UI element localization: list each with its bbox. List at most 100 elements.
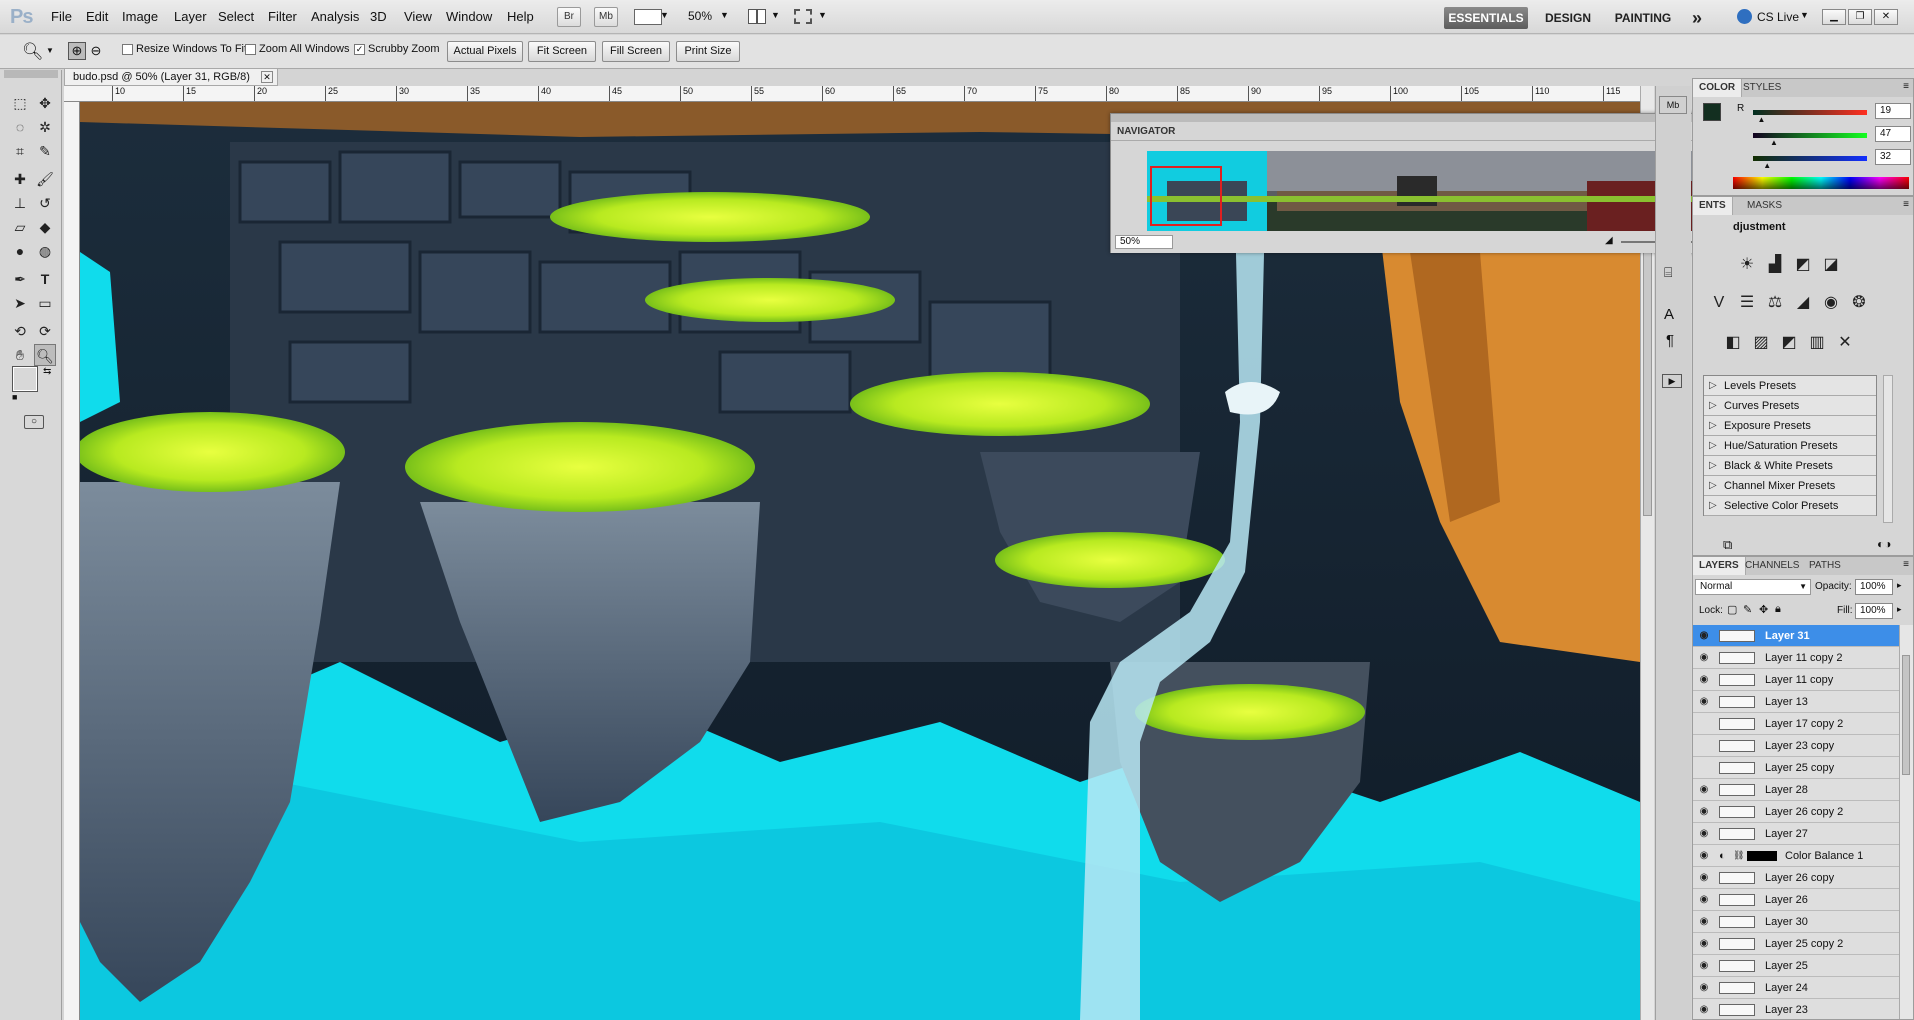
adjustment-options-icon[interactable]: ◐◑ xyxy=(1877,537,1892,551)
layer-row[interactable]: ◉ Layer 26 copy xyxy=(1693,867,1899,889)
3d-rotate-icon[interactable]: ⟲ xyxy=(9,320,31,342)
menu-analysis[interactable]: Analysis xyxy=(311,9,359,24)
foreground-color-swatch[interactable] xyxy=(12,366,38,392)
magic-wand-icon[interactable]: ✲ xyxy=(34,116,56,138)
scrubby-zoom-checkbox[interactable]: ✓ Scrubby Zoom xyxy=(354,43,440,55)
type-tool-icon[interactable]: T xyxy=(34,268,56,290)
brush-tool-icon[interactable]: 🖌︎ xyxy=(34,168,56,190)
eye-icon[interactable]: ◉ xyxy=(1693,630,1715,641)
eye-icon[interactable]: ◉ xyxy=(1693,806,1715,817)
layer-row[interactable]: ◉ Layer 26 xyxy=(1693,889,1899,911)
mini-bridge-panel-icon[interactable]: Mb xyxy=(1659,96,1687,114)
panel-menu-icon[interactable]: ≡ xyxy=(1903,559,1909,570)
eraser-icon[interactable]: ▱ xyxy=(9,216,31,238)
layer-row[interactable]: Layer 17 copy 2 xyxy=(1693,713,1899,735)
red-slider[interactable] xyxy=(1753,110,1867,115)
fill-screen-button[interactable]: Fill Screen xyxy=(602,41,670,62)
paint-bucket-icon[interactable]: ◆ xyxy=(34,216,56,238)
workspace-design[interactable]: DESIGN xyxy=(1538,7,1598,29)
brightness-contrast-icon[interactable]: ☀ xyxy=(1735,253,1759,277)
blend-mode-dropdown[interactable]: Normal ▼ xyxy=(1695,579,1811,595)
tab-masks[interactable]: MASKS xyxy=(1741,197,1788,215)
foreground-color-swatch[interactable] xyxy=(1703,103,1721,121)
chevron-right-icon[interactable]: ▸ xyxy=(1897,580,1902,591)
eye-icon[interactable]: ◉ xyxy=(1693,938,1715,949)
color-spectrum-bar[interactable] xyxy=(1733,177,1909,189)
launch-mini-bridge-button[interactable]: Mb xyxy=(594,7,618,27)
history-brush-icon[interactable]: ↺ xyxy=(34,192,56,214)
close-icon[interactable]: ✕ xyxy=(261,71,273,83)
eye-icon[interactable]: ◉ xyxy=(1693,872,1715,883)
pen-tool-icon[interactable]: ✒ xyxy=(9,268,31,290)
selective-color-presets[interactable]: Selective Color Presets xyxy=(1704,496,1876,516)
photo-filter-icon[interactable]: ◉ xyxy=(1819,291,1843,315)
lock-all-icon[interactable]: 🔒︎ xyxy=(1775,603,1781,616)
menu-help[interactable]: Help xyxy=(507,9,534,24)
tab-styles[interactable]: STYLES xyxy=(1737,79,1787,97)
color-balance-icon[interactable]: ⚖ xyxy=(1763,291,1787,315)
layer-row[interactable]: ◉ Layer 24 xyxy=(1693,977,1899,999)
scrollbar-thumb[interactable] xyxy=(1902,655,1910,775)
close-icon[interactable]: ✕ xyxy=(1874,9,1898,25)
tab-layers[interactable]: LAYERS xyxy=(1693,557,1746,575)
black-white-presets[interactable]: Black & White Presets xyxy=(1704,456,1876,476)
levels-presets[interactable]: Levels Presets xyxy=(1704,376,1876,396)
character-panel-icon[interactable]: A xyxy=(1664,306,1674,323)
zoom-level-dropdown[interactable]: 50% xyxy=(688,9,712,23)
hue-saturation-presets[interactable]: Hue/Saturation Presets xyxy=(1704,436,1876,456)
rectangle-tool-icon[interactable]: ▭ xyxy=(34,292,56,314)
red-value-field[interactable]: 19 xyxy=(1875,103,1911,119)
curves-presets[interactable]: Curves Presets xyxy=(1704,396,1876,416)
marquee-tool-icon[interactable]: ⬚ xyxy=(9,92,31,114)
restore-icon[interactable]: ❐ xyxy=(1848,9,1872,25)
zoom-tool-selected-icon[interactable]: 🔍︎ xyxy=(34,344,56,366)
arrange-documents-icon[interactable] xyxy=(748,9,766,24)
3d-orbit-icon[interactable]: ⟳ xyxy=(34,320,56,342)
menu-view[interactable]: View xyxy=(404,9,432,24)
vibrance-icon[interactable]: V xyxy=(1707,291,1731,315)
invert-icon[interactable]: ◧ xyxy=(1721,331,1745,355)
layers-scrollbar[interactable] xyxy=(1899,625,1913,1019)
eye-icon[interactable]: ◉ xyxy=(1693,982,1715,993)
lock-pixels-icon[interactable]: ✎ xyxy=(1743,603,1752,616)
layer-row[interactable]: ◉ Layer 25 copy 2 xyxy=(1693,933,1899,955)
fill-field[interactable]: 100% xyxy=(1855,603,1893,619)
gradient-map-icon[interactable]: ▥ xyxy=(1805,331,1829,355)
layer-row[interactable]: ◉ Layer 26 copy 2 xyxy=(1693,801,1899,823)
print-size-button[interactable]: Print Size xyxy=(676,41,740,62)
layer-row[interactable]: Layer 23 copy xyxy=(1693,735,1899,757)
menu-select[interactable]: Select xyxy=(218,9,254,24)
menu-file[interactable]: File xyxy=(51,9,72,24)
quick-mask-icon[interactable]: ○ xyxy=(24,415,44,429)
eye-icon[interactable]: ◉ xyxy=(1693,916,1715,927)
panel-grip[interactable] xyxy=(4,70,58,78)
eye-icon[interactable]: ◉ xyxy=(1693,652,1715,663)
eye-icon[interactable]: ◉ xyxy=(1693,1004,1715,1015)
curves-icon[interactable]: ◩ xyxy=(1791,253,1815,277)
eye-icon[interactable]: ◉ xyxy=(1693,828,1715,839)
actual-pixels-button[interactable]: Actual Pixels xyxy=(447,41,523,62)
layer-row[interactable]: ◉ Layer 11 copy 2 xyxy=(1693,647,1899,669)
clone-stamp-icon[interactable]: ⊥ xyxy=(9,192,31,214)
eye-icon[interactable]: ◉ xyxy=(1693,960,1715,971)
channel-mixer-icon[interactable]: ❂ xyxy=(1847,291,1871,315)
menu-3d[interactable]: 3D xyxy=(370,9,387,24)
resize-windows-checkbox[interactable]: Resize Windows To Fit xyxy=(122,43,247,55)
swap-colors-icon[interactable]: ⇆ xyxy=(43,366,51,377)
workspace-painting[interactable]: PAINTING xyxy=(1608,7,1678,29)
layer-row[interactable]: ◉ Layer 27 xyxy=(1693,823,1899,845)
threshold-icon[interactable]: ◩ xyxy=(1777,331,1801,355)
menu-edit[interactable]: Edit xyxy=(86,9,108,24)
menu-window[interactable]: Window xyxy=(446,9,492,24)
blur-tool-icon[interactable]: ● xyxy=(9,240,31,262)
fit-screen-button[interactable]: Fit Screen xyxy=(528,41,596,62)
paragraph-panel-icon[interactable]: ¶ xyxy=(1666,332,1674,349)
presets-scrollbar[interactable] xyxy=(1883,375,1893,523)
blue-value-field[interactable]: 32 xyxy=(1875,149,1911,165)
green-value-field[interactable]: 47 xyxy=(1875,126,1911,142)
screen-mode-icon[interactable] xyxy=(794,9,812,24)
blue-slider-handle[interactable]: ▲ xyxy=(1763,161,1771,170)
navigator-zoom-field[interactable]: 50% xyxy=(1115,235,1173,249)
channel-mixer-presets[interactable]: Channel Mixer Presets xyxy=(1704,476,1876,496)
clone-source-icon[interactable]: ⌸ xyxy=(1664,264,1672,281)
